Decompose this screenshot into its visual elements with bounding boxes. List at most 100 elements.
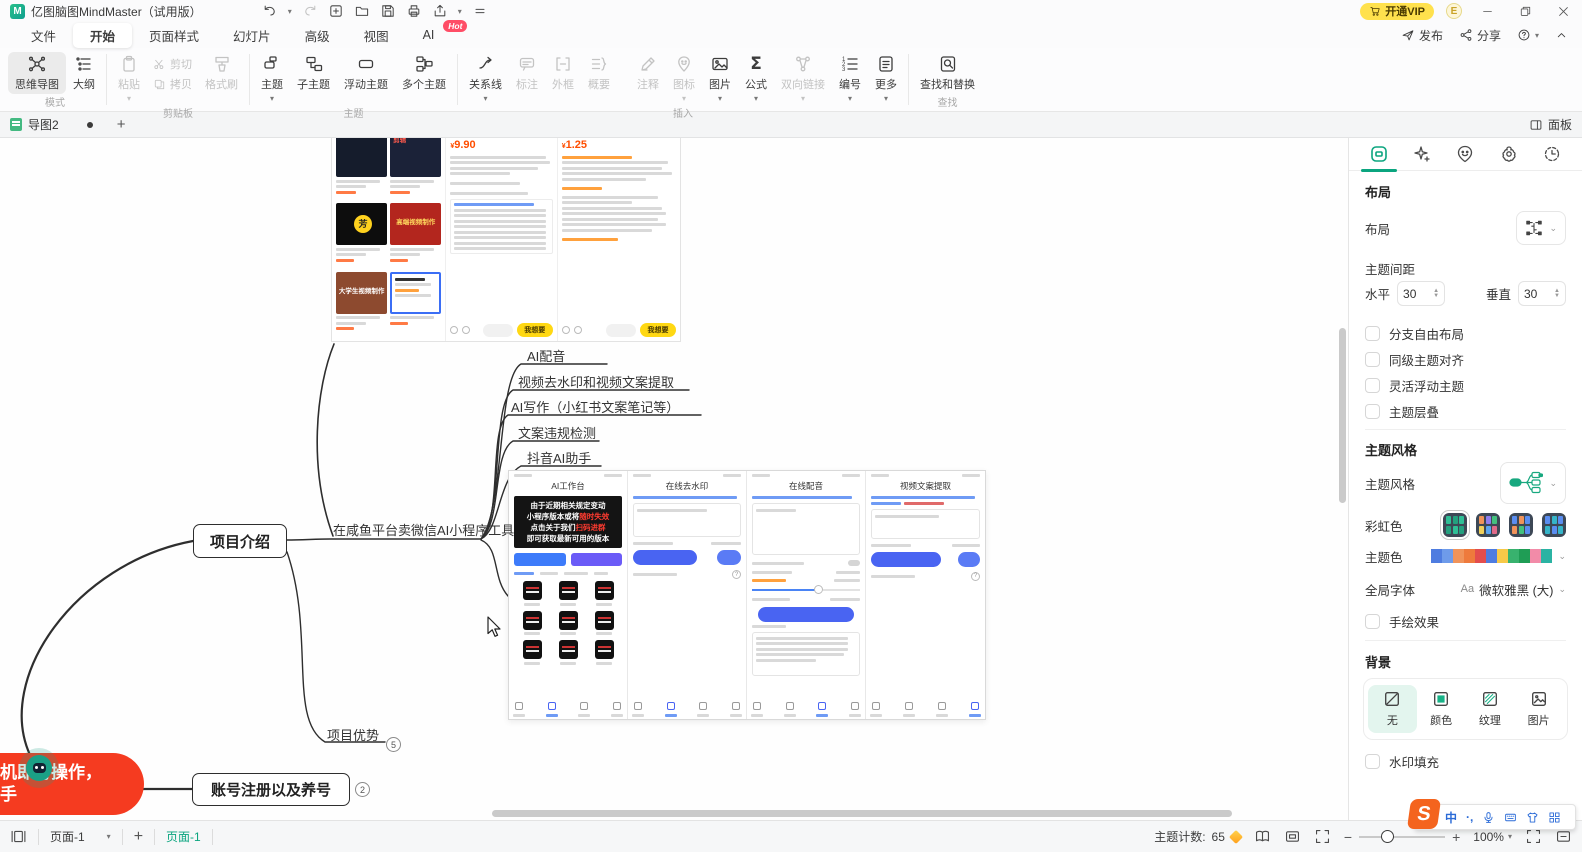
customize-toolbar-icon[interactable]	[472, 3, 488, 19]
help-button[interactable]: ▾	[1517, 28, 1539, 42]
tab-ai[interactable]: AI Hot	[406, 25, 452, 45]
vertical-spacing-input[interactable]: 30▲▼	[1518, 281, 1566, 306]
subtopic-douyin-ai[interactable]: 抖音AI助手	[527, 448, 591, 467]
vip-button[interactable]: 开通VIP	[1360, 3, 1434, 20]
image-button[interactable]: 图片▾	[702, 52, 738, 105]
canvas-vertical-scrollbar[interactable]	[1339, 328, 1346, 503]
close-button[interactable]	[1550, 2, 1576, 20]
checkbox-icon[interactable]	[1365, 326, 1380, 341]
bg-option-image[interactable]: 图片	[1514, 685, 1563, 733]
subtopic-compliance[interactable]: 文案违规检测	[518, 423, 596, 442]
undo-dropdown-caret[interactable]: ▾	[288, 7, 292, 16]
checkbox-sibling-align[interactable]: 同级主题对齐	[1365, 350, 1566, 369]
horizontal-spacing-input[interactable]: 30▲▼	[1397, 281, 1445, 306]
redo-icon[interactable]	[302, 3, 318, 19]
ime-voice-icon[interactable]	[1482, 811, 1495, 824]
theme-color-strip[interactable]	[1431, 549, 1552, 563]
floating-topic-button[interactable]: 浮动主题	[337, 52, 395, 94]
rainbow-palette-2[interactable]	[1476, 513, 1500, 537]
checkbox-handdrawn[interactable]: 手绘效果	[1365, 612, 1566, 631]
ime-toolbar[interactable]: S 中 ·,	[1414, 804, 1576, 830]
sogou-logo-icon[interactable]: S	[1407, 799, 1441, 829]
find-replace-button[interactable]: 查找和替换	[913, 52, 982, 94]
panel-tab-clock[interactable]	[1541, 143, 1563, 165]
ime-skin-icon[interactable]	[1526, 811, 1539, 824]
export-icon[interactable]	[432, 3, 448, 19]
ime-language-toggle[interactable]: 中	[1445, 809, 1457, 826]
ai-robot-icon[interactable]	[26, 755, 52, 781]
maximize-button[interactable]	[1512, 2, 1538, 20]
open-file-icon[interactable]	[354, 3, 370, 19]
checkbox-icon[interactable]	[1365, 404, 1380, 419]
subtopic-ai-writing[interactable]: AI写作（小红书文案笔记等）	[511, 397, 679, 416]
share-button[interactable]: 分享	[1459, 27, 1501, 44]
minimize-button[interactable]	[1474, 2, 1500, 20]
zoom-in-button[interactable]: +	[1452, 829, 1460, 845]
bg-option-color[interactable]: 颜色	[1417, 685, 1466, 733]
relation-line-button[interactable]: 关系线▾	[462, 52, 509, 105]
document-tab[interactable]: 导图2	[28, 116, 59, 133]
numbering-button[interactable]: 123 编号▾	[832, 52, 868, 105]
copy-button[interactable]: 拷贝	[153, 76, 192, 92]
theme-style-dropdown[interactable]: ⌄	[1500, 462, 1566, 504]
subtopic-ai-voice[interactable]: AI配音	[527, 346, 565, 365]
rainbow-palette-1[interactable]	[1443, 513, 1467, 537]
summary-button[interactable]: 概要	[581, 52, 617, 94]
panel-tab-sticker[interactable]	[1454, 143, 1476, 165]
print-icon[interactable]	[406, 3, 422, 19]
theme-color-caret[interactable]: ⌄	[1558, 551, 1566, 562]
outline-mode-button[interactable]: 大纲	[66, 52, 102, 94]
mindmap-canvas[interactable]: 剪辑 芳 高端视频制作 大学生视频制作 ¥9.90 我想要	[0, 138, 1348, 820]
rainbow-palette-4[interactable]	[1542, 513, 1566, 537]
zoom-level-dropdown[interactable]: 100%▾	[1473, 830, 1512, 844]
checkbox-topic-overlap[interactable]: 主题层叠	[1365, 402, 1566, 421]
mindmap-mode-button[interactable]: 思维导图	[8, 52, 66, 94]
bg-option-texture[interactable]: 纹理	[1466, 685, 1515, 733]
add-document-tab-button[interactable]: +	[117, 116, 126, 133]
zoom-out-button[interactable]: −	[1344, 829, 1352, 845]
collapse-panel-icon[interactable]	[1555, 828, 1572, 845]
topic-project-intro[interactable]: 项目介绍	[193, 524, 287, 558]
tab-slides[interactable]: 幻灯片	[216, 23, 288, 48]
save-icon[interactable]	[380, 3, 396, 19]
new-document-icon[interactable]	[328, 3, 344, 19]
avatar[interactable]: E	[1446, 3, 1462, 19]
tab-view[interactable]: 视图	[347, 23, 406, 48]
checkbox-watermark[interactable]: 水印填充	[1365, 752, 1566, 771]
collapse-badge-5[interactable]: 5	[386, 737, 401, 752]
collapse-badge-2[interactable]: 2	[355, 782, 370, 797]
panel-tab-theme-flower[interactable]	[1498, 143, 1520, 165]
multi-topic-button[interactable]: 多个主题	[395, 52, 453, 94]
more-button[interactable]: 更多▾	[868, 52, 904, 105]
panel-tab-layout[interactable]	[1368, 143, 1390, 165]
bidirectional-link-button[interactable]: 双向链接▾	[774, 52, 832, 105]
ime-keyboard-icon[interactable]	[1504, 811, 1517, 824]
callout-button[interactable]: 标注	[509, 52, 545, 94]
panel-tab-ai-sparkle[interactable]	[1411, 143, 1433, 165]
checkbox-icon[interactable]	[1365, 754, 1380, 769]
undo-icon[interactable]	[262, 3, 278, 19]
subtopic-watermark[interactable]: 视频去水印和视频文案提取	[518, 372, 674, 391]
checkbox-flexible-floating[interactable]: 灵活浮动主题	[1365, 376, 1566, 395]
topic-account-register[interactable]: 账号注册以及养号	[192, 773, 350, 806]
format-painter-button[interactable]: 格式刷	[198, 52, 245, 94]
page-dropdown[interactable]: 页面-1▾	[50, 828, 111, 845]
boundary-button[interactable]: 外框	[545, 52, 581, 94]
collapse-ribbon-icon[interactable]	[1555, 29, 1568, 42]
checkbox-icon[interactable]	[1365, 378, 1380, 393]
fit-to-screen-icon[interactable]	[1314, 828, 1331, 845]
cut-button[interactable]: 剪切	[153, 56, 192, 72]
checkbox-free-layout[interactable]: 分支自由布局	[1365, 324, 1566, 343]
tab-page-style[interactable]: 页面样式	[132, 23, 216, 48]
formula-button[interactable]: Σ 公式▾	[738, 52, 774, 105]
add-page-button[interactable]: +	[134, 828, 143, 846]
publish-button[interactable]: 发布	[1401, 27, 1443, 44]
global-font-dropdown[interactable]: Aa 微软雅黑 (大) ⌄	[1461, 580, 1566, 599]
topic-branch-xianyu[interactable]: 在咸鱼平台卖微信AI小程序工具	[333, 520, 514, 539]
ime-punctuation-toggle[interactable]: ·,	[1466, 810, 1473, 824]
central-topic[interactable]: 机即可操作， 手	[0, 753, 144, 815]
topic-button[interactable]: 主题▾	[254, 52, 290, 105]
paste-button[interactable]: 粘贴▾	[111, 52, 147, 105]
zoom-slider-knob[interactable]	[1381, 830, 1394, 843]
tab-file[interactable]: 文件	[14, 23, 73, 48]
